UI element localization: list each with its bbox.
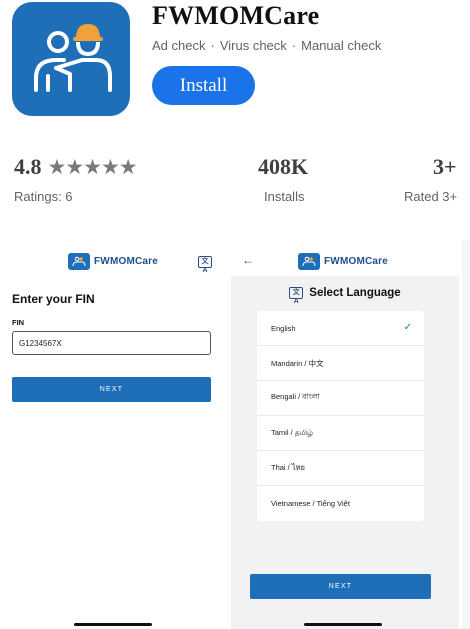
logo-icon bbox=[298, 253, 320, 270]
app-icon bbox=[12, 2, 130, 116]
rating-value: 4.8 ★★★★★ bbox=[14, 154, 138, 180]
app-tags: Ad check · Virus check · Manual check bbox=[152, 38, 382, 53]
page-title: Enter your FIN bbox=[12, 292, 95, 306]
language-option-thai[interactable]: Thai / ไทย bbox=[257, 451, 424, 486]
install-button[interactable]: Install bbox=[152, 66, 255, 105]
star-icons: ★★★★★ bbox=[47, 155, 138, 179]
tag-ad-check: Ad check bbox=[152, 38, 206, 53]
language-option-bengali[interactable]: Bengali / বাংলা bbox=[257, 381, 424, 416]
home-indicator bbox=[304, 623, 382, 626]
home-indicator bbox=[74, 623, 152, 626]
language-option-tamil[interactable]: Tamil / தமிழ் bbox=[257, 416, 424, 451]
tag-virus-check: Virus check bbox=[219, 38, 287, 53]
page-title: Select Language bbox=[309, 287, 401, 299]
installs-label: Installs bbox=[264, 189, 305, 204]
app-title: FWMOMCare bbox=[152, 1, 320, 30]
fin-input[interactable] bbox=[12, 331, 211, 355]
rating-number: 4.8 bbox=[14, 154, 42, 179]
installs-value: 408K bbox=[258, 154, 309, 179]
logo-text: FWMOMCare bbox=[94, 256, 159, 267]
tag-manual-check: Manual check bbox=[301, 38, 382, 53]
language-option-vietnamese[interactable]: Vietnamese / Tiếng Việt bbox=[257, 486, 424, 521]
screenshot-select-language: ← FWMOMCare 文A Select Language English ✓… bbox=[231, 240, 459, 629]
brand-logo: FWMOMCare bbox=[68, 253, 158, 270]
age-rating-value: 3+ bbox=[433, 154, 457, 179]
select-language-header: 文A Select Language bbox=[231, 287, 459, 305]
back-arrow-icon[interactable]: ← bbox=[242, 253, 254, 267]
brand-logo: FWMOMCare bbox=[298, 253, 388, 270]
logo-text: FWMOMCare bbox=[324, 256, 389, 267]
language-option-mandarin[interactable]: Mandarin / 中文 bbox=[257, 346, 424, 381]
check-icon: ✓ bbox=[403, 322, 412, 333]
next-button[interactable]: NEXT bbox=[250, 574, 431, 599]
worker-with-helmet-icon bbox=[34, 24, 112, 92]
age-rating-label: Rated 3+ bbox=[404, 189, 458, 204]
translate-icon: 文A bbox=[289, 287, 304, 305]
fin-label: FIN bbox=[12, 318, 25, 327]
logo-icon bbox=[68, 253, 90, 270]
next-screenshot-edge bbox=[462, 240, 470, 629]
translate-icon[interactable]: 文A bbox=[198, 256, 212, 274]
rating-label: Ratings: 6 bbox=[14, 189, 73, 204]
language-list: English ✓ Mandarin / 中文 Bengali / বাংলা … bbox=[257, 311, 424, 521]
screenshot-enter-fin: FWMOMCare 文A Enter your FIN FIN NEXT bbox=[0, 240, 228, 629]
next-button[interactable]: NEXT bbox=[12, 377, 211, 402]
top-bar: ← FWMOMCare bbox=[231, 240, 459, 276]
language-option-english[interactable]: English ✓ bbox=[257, 311, 424, 346]
